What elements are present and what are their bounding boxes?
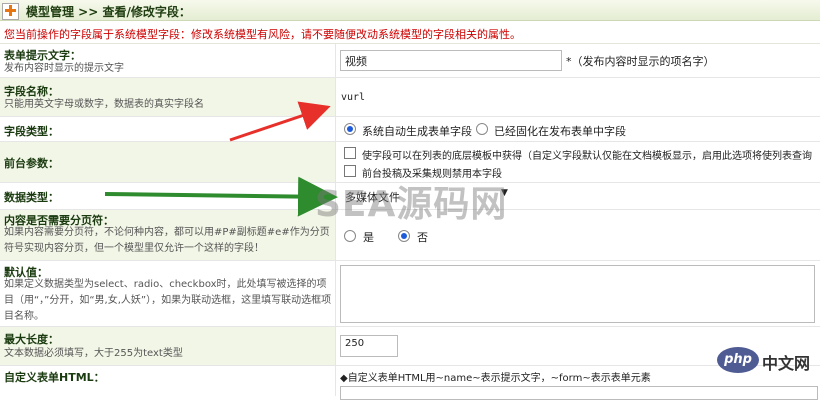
row-form-hint: 表单提示文字： 发布内容时显示的提示文字 视频 *（发布内容时显示的项名字）: [0, 44, 820, 78]
list-template-checkbox[interactable]: [344, 147, 356, 159]
pagination-yes-radio[interactable]: [344, 230, 356, 242]
row-field-type: 字段类型： 系统自动生成表单字段 已经固化在发布表单中字段: [0, 117, 820, 142]
pagination-desc: 如果内容需要分页符，不论何种内容，都可以用#P#副标题#e#作为分页符号实现内容…: [4, 227, 330, 254]
custom-html-label: 自定义表单HTML：: [4, 371, 105, 384]
pagination-yes-label: 是: [363, 231, 374, 244]
pagination-no-label: 否: [417, 231, 428, 244]
default-value-textarea[interactable]: [340, 265, 815, 323]
field-type-label: 字段类型：: [4, 125, 59, 138]
row-max-length: 最大长度： 文本数据必须填写，大于255为text类型 250: [0, 327, 820, 366]
field-type-fixed-label: 已经固化在发布表单中字段: [494, 125, 626, 138]
form-hint-note: *（发布内容时显示的项名字）: [566, 55, 715, 68]
warning-row: 您当前操作的字段属于系统模型字段：修改系统模型有风险，请不要随便改动系统模型的字…: [0, 21, 820, 44]
data-type-label: 数据类型：: [4, 191, 59, 204]
max-length-desc: 文本数据必须填写，大于255为text类型: [4, 348, 183, 359]
default-value-desc: 如果定义数据类型为select、radio、checkbox时，此处填写被选择的…: [4, 279, 332, 322]
form-hint-input[interactable]: 视频: [340, 50, 562, 71]
custom-html-note: ◆自定义表单HTML用~name~表示提示文字，~form~表示表单元素: [340, 373, 651, 384]
max-length-label: 最大长度：: [4, 333, 59, 346]
page-title: 模型管理 >> 查看/修改字段：: [26, 5, 191, 19]
title-bar: 模型管理 >> 查看/修改字段：: [0, 0, 820, 21]
row-field-name: 字段名称： 只能用英文字母或数字，数据表的真实字段名 vurl: [0, 78, 820, 117]
php-site-text: 中文网: [762, 354, 811, 373]
pagination-no-radio[interactable]: [398, 230, 410, 242]
field-name-desc: 只能用英文字母或数字，数据表的真实字段名: [4, 99, 204, 110]
row-default-value: 默认值： 如果定义数据类型为select、radio、checkbox时，此处填…: [0, 261, 820, 327]
custom-html-textarea[interactable]: [340, 386, 818, 400]
field-type-auto-label: 系统自动生成表单字段: [362, 125, 472, 138]
watermark: SEA源码网: [315, 184, 508, 225]
list-template-text: 使字段可以在列表的底层模板中获得（自定义字段默认仅能在文档模板显示，启用此选项将…: [362, 151, 812, 162]
warning-text: 您当前操作的字段属于系统模型字段：修改系统模型有风险，请不要随便改动系统模型的字…: [4, 28, 521, 41]
field-type-fixed-radio[interactable]: [476, 123, 488, 135]
form-hint-desc: 发布内容时显示的提示文字: [4, 63, 124, 74]
field-type-auto-radio[interactable]: [344, 123, 356, 135]
field-name-value: vurl: [341, 92, 366, 103]
frontend-params-label: 前台参数：: [4, 157, 59, 170]
row-custom-html: 自定义表单HTML： ◆自定义表单HTML用~name~表示提示文字，~form…: [0, 366, 820, 400]
add-icon[interactable]: [2, 3, 19, 20]
php-logo: php: [717, 347, 759, 373]
max-length-input[interactable]: 250: [340, 335, 398, 357]
